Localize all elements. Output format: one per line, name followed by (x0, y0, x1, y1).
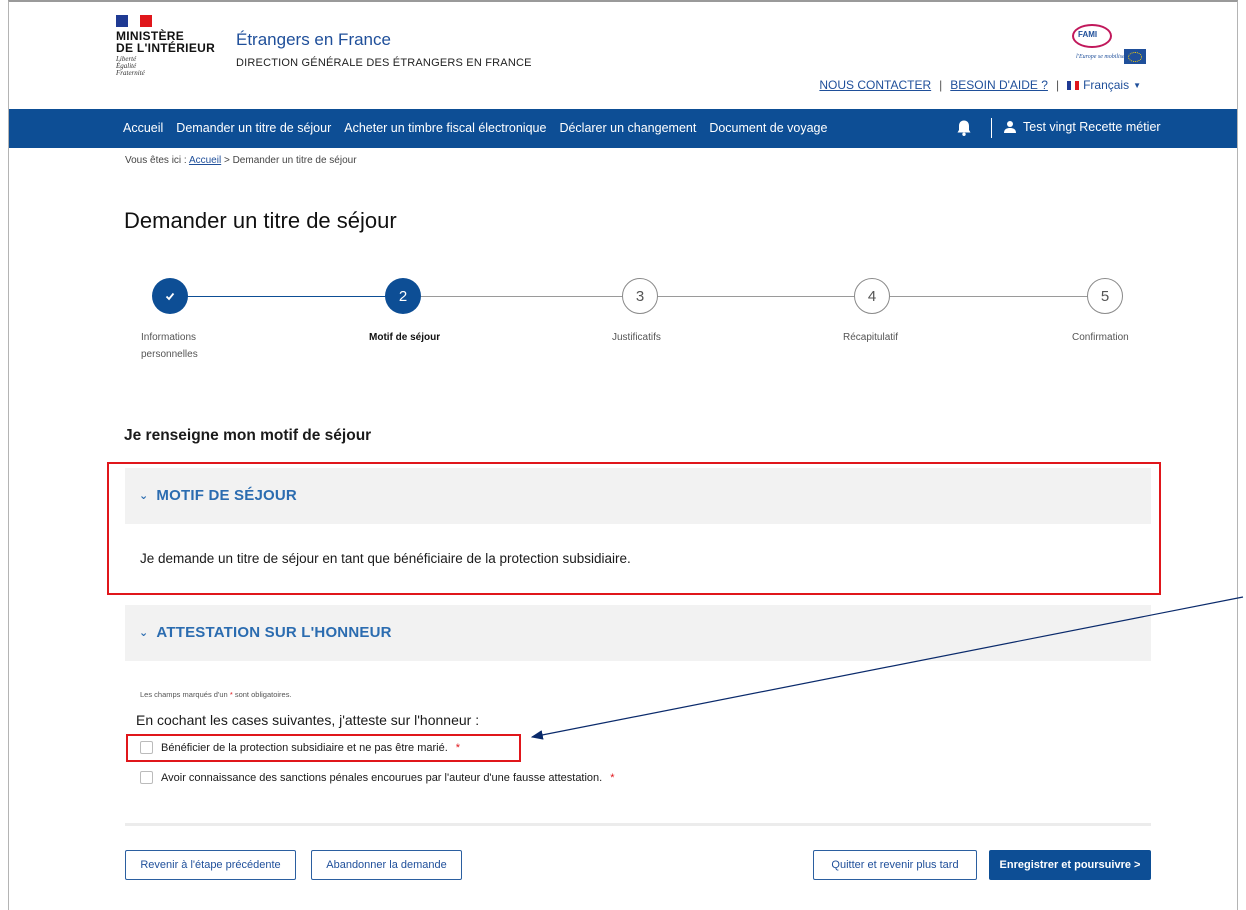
annotation-arrow (530, 596, 1244, 740)
